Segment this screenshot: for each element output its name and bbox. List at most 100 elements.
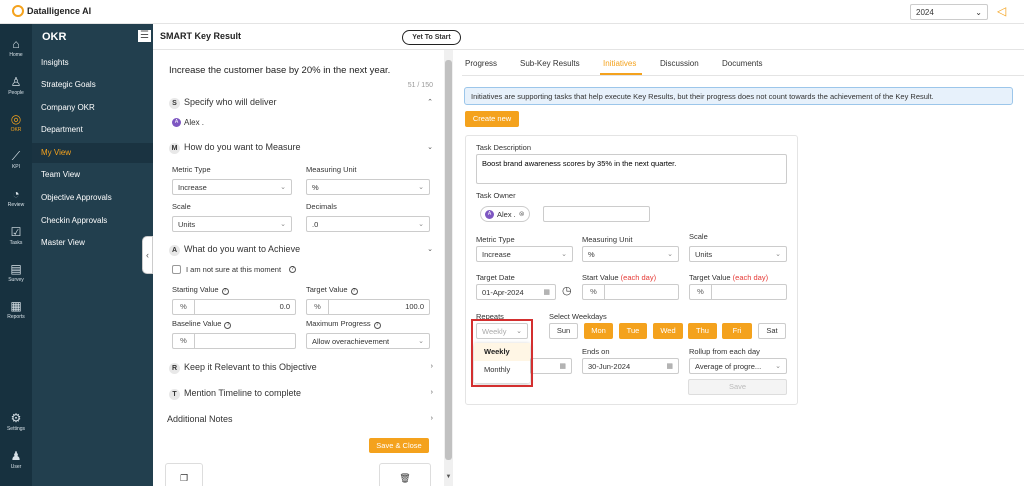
calendar-icon: ▦ bbox=[559, 363, 566, 370]
metric-type-select[interactable]: Increase ⌄ bbox=[172, 179, 292, 195]
nav-item-my-view[interactable]: My View bbox=[32, 143, 153, 163]
baseline-value-input[interactable]: % bbox=[172, 333, 296, 349]
copy-icon[interactable]: ❐ bbox=[165, 463, 203, 486]
start-value-input[interactable]: % bbox=[582, 284, 679, 300]
rail-kpi[interactable]: ⟋ KPI bbox=[0, 150, 32, 171]
section-achieve[interactable]: A What do you want to Achieve ⌄ bbox=[169, 244, 439, 256]
rail-home[interactable]: ⌂ Home bbox=[0, 38, 32, 59]
day-sat[interactable]: Sat bbox=[758, 323, 786, 339]
clock-icon[interactable]: ◷ bbox=[562, 284, 572, 297]
task-owner-search-input[interactable] bbox=[543, 206, 650, 222]
scroll-down-arrow-icon[interactable]: ▼ bbox=[444, 474, 453, 484]
avatar: A bbox=[485, 209, 494, 219]
rollup-select[interactable]: Average of progre... ⌄ bbox=[689, 358, 787, 374]
scale-label: Scale bbox=[172, 202, 191, 211]
section-title: Keep it Relevant to this Objective bbox=[184, 362, 317, 372]
ends-on-input[interactable]: 30-Jun-2024 ▦ bbox=[582, 358, 679, 374]
tab-discussion[interactable]: Discussion bbox=[660, 59, 699, 68]
task-owner-chip[interactable]: A Alex . ⊗ bbox=[480, 206, 530, 222]
save-close-button[interactable]: Save & Close bbox=[369, 438, 429, 453]
nav-item-team-view[interactable]: Team View bbox=[32, 165, 153, 185]
help-icon: ? bbox=[289, 266, 297, 273]
nav-item-company-okr[interactable]: Company OKR bbox=[32, 98, 153, 118]
rail-people[interactable]: ♙ People bbox=[0, 76, 32, 97]
start-date-input[interactable]: ▦ bbox=[530, 358, 572, 374]
menu-collapse-icon[interactable]: ☰ bbox=[138, 30, 151, 42]
megaphone-icon[interactable]: ◁ bbox=[997, 4, 1006, 18]
nav-item-master-view[interactable]: Master View bbox=[32, 233, 153, 253]
target-value-input[interactable]: % 100.0 bbox=[306, 299, 430, 315]
scale-select[interactable]: Units ⌄ bbox=[172, 216, 292, 232]
okr-nav-panel: OKR Insights Strategic Goals Company OKR… bbox=[32, 24, 153, 486]
settings-icon: ⚙ bbox=[10, 411, 22, 425]
section-relevant[interactable]: R Keep it Relevant to this Objective › bbox=[169, 362, 439, 374]
input-value: 30-Jun-2024 bbox=[588, 362, 631, 371]
select-value: .0 bbox=[312, 220, 319, 229]
tab-progress[interactable]: Progress bbox=[465, 59, 497, 68]
init-scale-select[interactable]: Units ⌄ bbox=[689, 246, 787, 262]
day-tue[interactable]: Tue bbox=[619, 323, 647, 339]
section-timeline[interactable]: T Mention Timeline to complete › bbox=[169, 388, 439, 400]
additional-notes-toggle[interactable]: Additional Notes › bbox=[167, 414, 439, 424]
chevron-down-icon: ⌄ bbox=[427, 144, 433, 151]
day-wed[interactable]: Wed bbox=[653, 323, 683, 339]
baseline-value-label: Baseline Value? bbox=[172, 319, 232, 329]
panel-collapse-handle[interactable]: ‹ bbox=[142, 236, 153, 274]
init-target-value-input[interactable]: % bbox=[689, 284, 787, 300]
input-value bbox=[712, 285, 786, 299]
app-logo[interactable]: Datalligence AI bbox=[12, 5, 91, 17]
rail-label: KPI bbox=[11, 164, 21, 170]
rail-survey[interactable]: ▤ Survey bbox=[0, 263, 32, 284]
rail-review[interactable]: ◔ Review bbox=[0, 188, 32, 209]
year-select[interactable]: 2024 ⌄ bbox=[910, 4, 988, 20]
rail-okr[interactable]: ◎ OKR bbox=[0, 112, 32, 134]
okr-icon: ◎ bbox=[10, 112, 22, 126]
input-value: 100.0 bbox=[405, 302, 424, 311]
trash-icon[interactable]: 🗑 bbox=[379, 463, 431, 486]
init-measuring-unit-select[interactable]: % ⌄ bbox=[582, 246, 679, 262]
chevron-right-icon: › bbox=[430, 415, 433, 422]
status-button[interactable]: Yet To Start bbox=[402, 30, 461, 45]
section-specify[interactable]: S Specify who will deliver ⌃ bbox=[169, 97, 439, 109]
section-letter: T bbox=[169, 389, 180, 400]
owner-chip[interactable]: A Alex . bbox=[172, 118, 204, 127]
rail-reports[interactable]: ▦ Reports bbox=[0, 300, 32, 321]
char-count: 51 / 150 bbox=[407, 82, 433, 89]
max-progress-select[interactable]: Allow overachievement ⌄ bbox=[306, 333, 430, 349]
measuring-unit-label: Measuring Unit bbox=[306, 165, 357, 174]
not-sure-checkbox[interactable] bbox=[172, 265, 181, 274]
save-button[interactable]: Save bbox=[688, 379, 787, 395]
day-sun[interactable]: Sun bbox=[549, 323, 578, 339]
nav-item-strategic-goals[interactable]: Strategic Goals bbox=[32, 75, 153, 95]
measuring-unit-select[interactable]: % ⌄ bbox=[306, 179, 430, 195]
nav-title: OKR bbox=[42, 31, 67, 43]
create-new-button[interactable]: Create new bbox=[465, 111, 519, 127]
init-metric-type-select[interactable]: Increase ⌄ bbox=[476, 246, 573, 262]
day-fri[interactable]: Fri bbox=[722, 323, 752, 339]
nav-item-department[interactable]: Department bbox=[32, 120, 153, 140]
nav-item-objective-approvals[interactable]: Objective Approvals bbox=[32, 188, 153, 208]
label-text: Target Value bbox=[689, 273, 731, 282]
target-date-input[interactable]: 01-Apr-2024 ▦ bbox=[476, 284, 556, 300]
day-thu[interactable]: Thu bbox=[688, 323, 717, 339]
help-icon: ? bbox=[373, 322, 381, 329]
section-measure[interactable]: M How do you want to Measure ⌄ bbox=[169, 142, 439, 154]
remove-icon[interactable]: ⊗ bbox=[519, 210, 525, 218]
tab-sub-key-results[interactable]: Sub-Key Results bbox=[520, 59, 580, 68]
rail-tasks[interactable]: ☑ Tasks bbox=[0, 226, 32, 247]
starting-value-input[interactable]: % 0.0 bbox=[172, 299, 296, 315]
scrollbar-thumb[interactable] bbox=[445, 60, 452, 460]
day-mon[interactable]: Mon bbox=[584, 323, 613, 339]
decimals-select[interactable]: .0 ⌄ bbox=[306, 216, 430, 232]
select-value: Increase bbox=[482, 250, 511, 259]
rail-user[interactable]: ♟ User bbox=[0, 450, 32, 471]
nav-item-checkin-approvals[interactable]: Checkin Approvals bbox=[32, 211, 153, 231]
tab-documents[interactable]: Documents bbox=[722, 59, 762, 68]
rail-label: User bbox=[10, 464, 22, 470]
not-sure-checkbox-row[interactable]: I am not sure at this moment ? bbox=[172, 265, 297, 274]
rail-settings[interactable]: ⚙ Settings bbox=[0, 411, 32, 433]
kr-title-input[interactable]: Increase the customer base by 20% in the… bbox=[169, 65, 390, 76]
task-description-input[interactable] bbox=[476, 154, 787, 184]
nav-item-insights[interactable]: Insights bbox=[32, 53, 153, 73]
tab-initiatives[interactable]: Initiatives bbox=[603, 59, 636, 68]
